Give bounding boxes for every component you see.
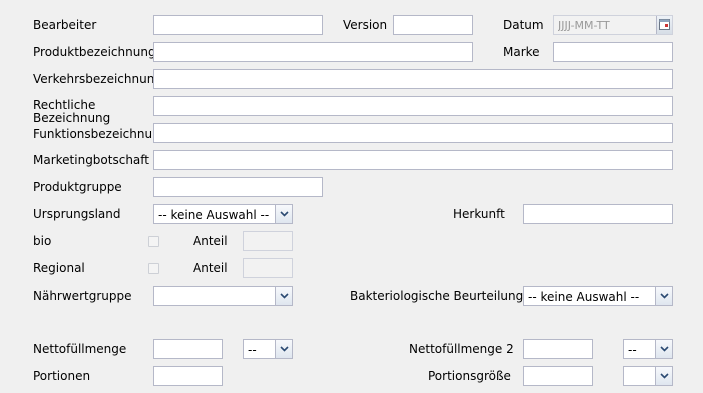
marke-label: Marke — [503, 45, 540, 59]
bio-anteil-input[interactable] — [244, 232, 292, 250]
chevron-down-icon[interactable] — [655, 340, 672, 358]
datum-field[interactable] — [553, 15, 673, 35]
regional-label: Regional — [33, 261, 85, 275]
bakteriologische-beurteilung-value: -- keine Auswahl -- — [528, 290, 640, 304]
produktgruppe-input[interactable] — [154, 178, 322, 196]
rechtliche-bezeichnung-field[interactable] — [153, 96, 673, 116]
nettofuellmenge-2-field[interactable] — [523, 339, 593, 359]
nettofuellmenge-field[interactable] — [153, 339, 223, 359]
portionsgroesse-field[interactable] — [523, 366, 593, 386]
bearbeiter-field[interactable] — [153, 15, 323, 35]
bakteriologische-beurteilung-select[interactable]: -- keine Auswahl -- — [523, 286, 673, 306]
datum-input[interactable] — [554, 16, 672, 34]
version-input[interactable] — [394, 16, 472, 34]
portionsgroesse-label: Portionsgröße — [428, 369, 511, 383]
nettofuellmenge-label: Nettofüllmenge — [33, 342, 127, 356]
nettofuellmenge-2-input[interactable] — [524, 340, 592, 358]
portionen-input[interactable] — [154, 367, 222, 385]
nettofuellmenge-input[interactable] — [154, 340, 222, 358]
chevron-down-icon[interactable] — [655, 287, 672, 305]
naehrwertgruppe-label: Nährwertgruppe — [33, 289, 132, 303]
chevron-down-icon[interactable] — [275, 287, 292, 305]
ursprungsland-select[interactable]: -- keine Auswahl -- — [153, 204, 293, 224]
nettofuellmenge-unit-value: -- — [248, 343, 257, 357]
marketingbotschaft-field[interactable] — [153, 150, 673, 170]
bearbeiter-label: Bearbeiter — [33, 18, 97, 32]
marketingbotschaft-label: Marketingbotschaft — [33, 153, 149, 167]
marke-field[interactable] — [553, 42, 673, 62]
produktbezeichnung-input[interactable] — [154, 43, 472, 61]
regional-anteil-input[interactable] — [244, 259, 292, 277]
version-label: Version — [343, 18, 388, 32]
portionsgroesse-input[interactable] — [524, 367, 592, 385]
ursprungsland-value: -- keine Auswahl -- — [158, 208, 270, 222]
rechtliche-bezeichnung-input[interactable] — [154, 97, 672, 115]
herkunft-field[interactable] — [523, 204, 673, 224]
bio-anteil-label: Anteil — [193, 234, 228, 248]
herkunft-label: Herkunft — [453, 207, 505, 221]
marke-input[interactable] — [554, 43, 672, 61]
funktionsbezeichnung-field[interactable] — [153, 123, 673, 143]
naehrwertgruppe-select[interactable] — [153, 286, 293, 306]
ursprungsland-label: Ursprungsland — [33, 207, 121, 221]
nettofuellmenge-2-unit-select[interactable]: -- — [623, 339, 673, 359]
datum-label: Datum — [503, 18, 544, 32]
bio-checkbox[interactable] — [148, 236, 159, 247]
version-field[interactable] — [393, 15, 473, 35]
chevron-down-icon[interactable] — [655, 367, 672, 385]
nettofuellmenge-2-unit-value: -- — [628, 343, 637, 357]
nettofuellmenge-2-label: Nettofüllmenge 2 — [409, 342, 514, 356]
chevron-down-icon[interactable] — [275, 340, 292, 358]
produktbezeichnung-label: Produktbezeichnung — [33, 45, 156, 59]
rechtliche-bezeichnung-label: Rechtliche Bezeichnung — [33, 98, 111, 125]
chevron-down-icon[interactable] — [275, 205, 292, 223]
verkehrsbezeichnung-field[interactable] — [153, 69, 673, 89]
regional-anteil-label: Anteil — [193, 261, 228, 275]
regional-checkbox[interactable] — [148, 263, 159, 274]
funktionsbezeichnung-label: Funktionsbezeichnung — [33, 127, 168, 141]
portionen-field[interactable] — [153, 366, 223, 386]
produktgruppe-field[interactable] — [153, 177, 323, 197]
verkehrsbezeichnung-label: Verkehrsbezeichnung — [33, 72, 162, 86]
portionsgroesse-unit-select[interactable] — [623, 366, 673, 386]
bearbeiter-input[interactable] — [154, 16, 322, 34]
calendar-icon[interactable] — [656, 16, 672, 34]
bio-label: bio — [33, 234, 52, 248]
produktbezeichnung-field[interactable] — [153, 42, 473, 62]
nettofuellmenge-unit-select[interactable]: -- — [243, 339, 293, 359]
marketingbotschaft-input[interactable] — [154, 151, 672, 169]
regional-anteil-field[interactable] — [243, 258, 293, 278]
herkunft-input[interactable] — [524, 205, 672, 223]
produktgruppe-label: Produktgruppe — [33, 180, 122, 194]
funktionsbezeichnung-input[interactable] — [154, 124, 672, 142]
portionen-label: Portionen — [33, 369, 91, 383]
verkehrsbezeichnung-input[interactable] — [154, 70, 672, 88]
bio-anteil-field[interactable] — [243, 231, 293, 251]
bakteriologische-beurteilung-label: Bakteriologische Beurteilung — [350, 289, 524, 303]
